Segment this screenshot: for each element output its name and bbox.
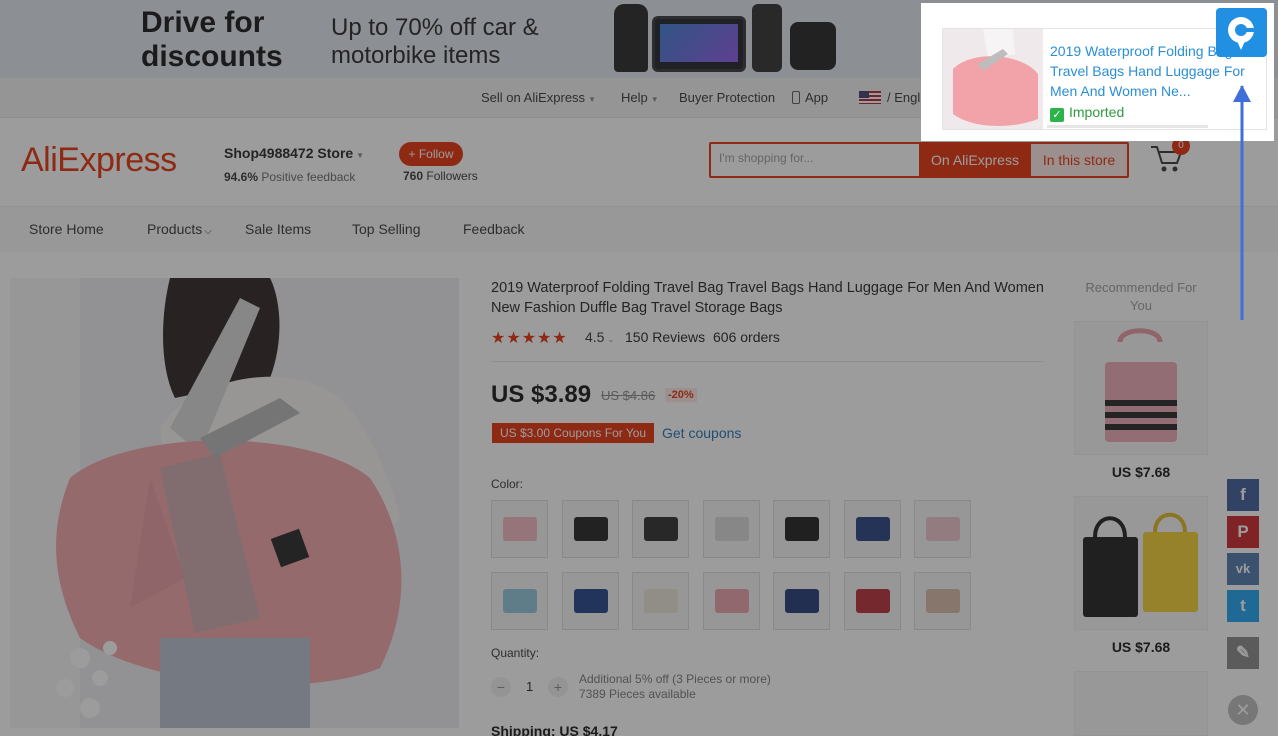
extension-logo-icon[interactable] — [1216, 8, 1267, 57]
import-progress-bar — [1047, 125, 1208, 128]
check-icon: ✓ — [1050, 108, 1064, 122]
pointer-arrow — [1233, 85, 1251, 320]
import-status: ✓ Imported — [1050, 104, 1124, 122]
imported-product-thumbnail — [943, 29, 1043, 129]
